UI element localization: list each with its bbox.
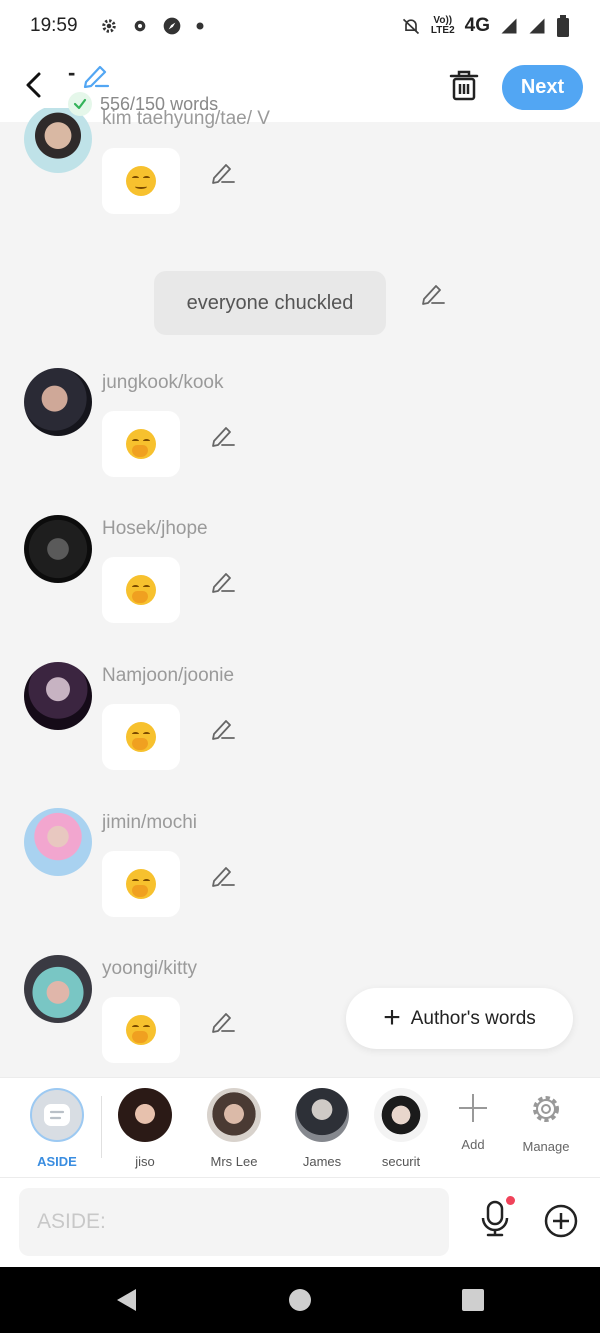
emoji-bubble[interactable] <box>102 411 180 477</box>
check-circle-icon <box>68 92 92 116</box>
compass-icon <box>163 17 180 35</box>
edit-pencil-icon[interactable] <box>210 716 236 740</box>
character-name: Namjoon/joonie <box>102 665 235 686</box>
app-notification-icon <box>134 20 145 32</box>
character-name: Hosek/jhope <box>102 518 208 539</box>
avatar-james <box>295 1088 349 1142</box>
manage-button[interactable]: Manage <box>511 1092 581 1154</box>
character-name: jungkook/kook <box>102 372 224 393</box>
hand-over-mouth-emoji-icon <box>126 1015 156 1045</box>
gear-icon <box>533 1096 559 1122</box>
hand-over-mouth-emoji-icon <box>126 869 156 899</box>
authors-words-button[interactable]: + Author's words <box>346 988 573 1049</box>
story-title[interactable]: - <box>68 60 75 86</box>
status-bar: 19:59 Vo)) LTE2 4G <box>0 0 600 52</box>
signal-icon <box>501 18 517 34</box>
edit-pencil-icon[interactable] <box>210 1009 236 1033</box>
nav-home-icon[interactable] <box>288 1288 312 1312</box>
add-character-button[interactable]: Add <box>438 1092 508 1152</box>
dot-icon <box>196 22 204 30</box>
avatar-jimin[interactable] <box>24 808 92 876</box>
battery-icon <box>557 15 569 37</box>
character-security[interactable]: securit <box>372 1088 430 1169</box>
system-nav-bar <box>0 1267 600 1333</box>
avatar-hosek[interactable] <box>24 515 92 583</box>
message-input[interactable] <box>19 1188 449 1256</box>
aside-avatar <box>30 1088 84 1142</box>
character-aside[interactable]: ASIDE <box>22 1088 92 1169</box>
character-bar: ASIDE jiso Mrs Lee James securit Add Man… <box>0 1077 600 1178</box>
character-jiso[interactable]: jiso <box>110 1088 180 1169</box>
edit-title-pencil-icon[interactable] <box>82 62 110 88</box>
emoji-bubble[interactable] <box>102 997 180 1063</box>
character-james[interactable]: James <box>287 1088 357 1169</box>
divider <box>101 1096 102 1158</box>
avatar-yoongi[interactable] <box>24 955 92 1023</box>
avatar-jiso <box>118 1088 172 1142</box>
smiling-emoji-icon <box>126 166 156 196</box>
plus-icon: + <box>383 1000 401 1034</box>
character-mrs-lee[interactable]: Mrs Lee <box>199 1088 269 1169</box>
avatar-jungkook[interactable] <box>24 368 92 436</box>
character-label: securit <box>381 1154 421 1169</box>
volte-indicator: Vo)) LTE2 <box>430 15 455 36</box>
add-label: Add <box>461 1137 485 1152</box>
avatar-namjoon[interactable] <box>24 662 92 730</box>
recording-indicator-dot <box>506 1196 515 1205</box>
nav-recents-icon[interactable] <box>461 1288 485 1312</box>
avatar-security <box>374 1088 428 1142</box>
hand-over-mouth-emoji-icon <box>126 429 156 459</box>
back-arrow-icon[interactable] <box>22 70 48 100</box>
top-bar-controls: - 556/150 words Next <box>0 52 600 122</box>
emoji-bubble[interactable] <box>102 851 180 917</box>
add-circle-icon[interactable] <box>544 1204 578 1238</box>
hand-over-mouth-emoji-icon <box>126 575 156 605</box>
emoji-bubble[interactable] <box>102 148 180 214</box>
word-count: 556/150 words <box>68 92 218 116</box>
nav-back-icon[interactable] <box>114 1287 138 1313</box>
status-time: 19:59 <box>30 15 78 36</box>
chat-bubble-icon <box>44 1104 70 1126</box>
word-count-text: 556/150 words <box>100 93 219 114</box>
character-label: ASIDE <box>37 1154 77 1169</box>
edit-pencil-icon[interactable] <box>210 160 236 184</box>
narration-text: everyone chuckled <box>186 291 354 314</box>
character-name: jimin/mochi <box>102 812 198 833</box>
character-label: James <box>302 1154 342 1169</box>
bell-off-icon <box>402 18 419 35</box>
manage-label: Manage <box>522 1139 570 1154</box>
network-type: 4G <box>464 15 490 36</box>
avatar-mrs-lee <box>207 1088 261 1142</box>
edit-pencil-icon[interactable] <box>210 863 236 887</box>
edit-pencil-icon[interactable] <box>420 281 446 305</box>
edit-pencil-icon[interactable] <box>210 423 236 447</box>
trash-icon[interactable] <box>448 68 480 102</box>
microphone-icon[interactable] <box>478 1200 512 1238</box>
signal-icon-2 <box>529 18 545 34</box>
character-label: jiso <box>135 1154 155 1169</box>
emoji-bubble[interactable] <box>102 704 180 770</box>
emoji-bubble[interactable] <box>102 557 180 623</box>
input-bar <box>0 1178 600 1267</box>
hand-over-mouth-emoji-icon <box>126 722 156 752</box>
plus-icon <box>459 1094 487 1122</box>
next-button[interactable]: Next <box>502 65 583 110</box>
gear-icon <box>101 19 116 33</box>
edit-pencil-icon[interactable] <box>210 569 236 593</box>
character-label: Mrs Lee <box>210 1154 258 1169</box>
authors-words-label: Author's words <box>410 1007 536 1029</box>
narration-bubble[interactable]: everyone chuckled <box>154 271 386 335</box>
character-name: yoongi/kitty <box>102 958 198 979</box>
